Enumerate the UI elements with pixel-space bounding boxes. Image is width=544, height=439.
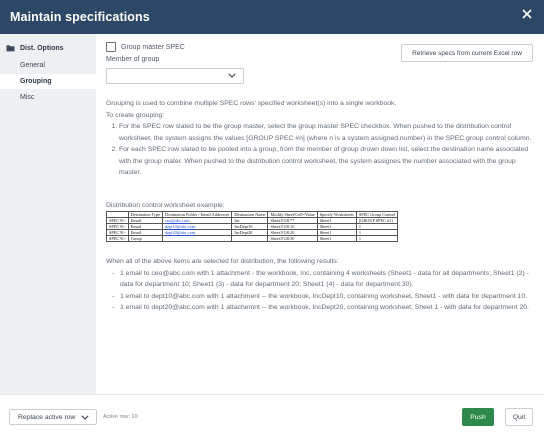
distribution-results: When all of the above items are selected… [106, 256, 536, 314]
sidebar: Dist. Options General Grouping Misc [0, 34, 96, 394]
table-cell: Group [127, 235, 164, 242]
table-cell: Sheet1!G8:30 [267, 235, 318, 242]
distribution-control-example-table: Destination Type Destination Folder / Em… [106, 211, 399, 242]
member-of-group-label: Member of group [106, 56, 160, 63]
table-cell: Sheet1 [316, 235, 357, 242]
title-bar: Maintain specifications [0, 0, 544, 34]
sidebar-item-general[interactable]: General [20, 62, 45, 69]
group-master-row: Group master SPEC [106, 42, 185, 52]
quit-button[interactable]: Quit [505, 408, 533, 426]
grouping-intro: Grouping is used to combine multiple SPE… [106, 100, 397, 107]
table-header: Specify Worksheets [316, 211, 357, 218]
grouping-step: For each SPEC row slated to be pooled in… [119, 144, 536, 179]
grouping-description: Grouping is used to combine multiple SPE… [106, 98, 536, 179]
table-header: Destination Folder / Email Addresses [162, 211, 233, 218]
grouping-panel: Group master SPEC Retrieve specs from cu… [96, 34, 544, 394]
results-list: 1 email to ceo@abc.com with 1 attachment… [106, 268, 536, 314]
replace-mode-value: Replace active row [18, 413, 76, 421]
sidebar-item-misc[interactable]: Misc [20, 94, 34, 101]
grouping-steps: For the SPEC row slated to be the group … [106, 121, 536, 179]
retrieve-specs-button[interactable]: Retrieve specs from current Excel row [401, 44, 533, 62]
example-label: Distribution control worksheet example: [106, 202, 225, 209]
list-item: 1 email to ceo@abc.com with 1 attachment… [112, 268, 536, 291]
chevron-down-icon [228, 73, 236, 78]
sidebar-item-grouping[interactable]: Grouping [0, 74, 96, 89]
maintain-specifications-dialog: Maintain specifications Dist. Options Ge… [0, 0, 544, 439]
table-row: SPEC?0> Group Sheet1!G8:30 Sheet1 1 [106, 235, 399, 242]
sidebar-section-label: Dist. Options [20, 44, 64, 52]
table-header: Destination Type [127, 211, 164, 218]
grouping-step: For the SPEC row slated to be the group … [119, 121, 536, 144]
group-master-checkbox[interactable] [106, 42, 116, 52]
table-cell [231, 235, 269, 242]
table-cell: [GROUP SPEC #1] [355, 217, 399, 224]
table-cell: SPEC?0> [106, 235, 129, 242]
chevron-down-icon [81, 415, 89, 420]
table-cell: 1 [355, 235, 399, 242]
list-item: 1 email to dept10@abc.com with 1 attachm… [112, 291, 536, 303]
list-item: 1 email to dept20@abc.com with 1 attache… [112, 302, 536, 314]
table-header: SPEC Group Control [355, 211, 399, 218]
table-header: Modify Sheet!Cell=Value [267, 211, 318, 218]
folder-icon [6, 45, 15, 52]
dialog-footer: Replace active row Active row: 10 Push Q… [0, 394, 544, 439]
sidebar-item-label: Grouping [20, 78, 52, 85]
table-header: Destination Name [231, 211, 269, 218]
table-cell [162, 235, 233, 242]
active-row-indicator: Active row: 10 [103, 414, 138, 420]
replace-mode-select[interactable]: Replace active row [9, 409, 97, 425]
dialog-title: Maintain specifications [10, 10, 150, 24]
results-intro: When all of the above items are selected… [106, 258, 339, 265]
create-grouping-label: To create grouping: [106, 111, 165, 119]
close-icon[interactable] [520, 7, 534, 21]
group-master-label: Group master SPEC [121, 43, 185, 51]
table-cell: SPEC?0> [106, 217, 129, 224]
sidebar-section-dist-options[interactable]: Dist. Options [6, 44, 64, 52]
table-cell: SPEC?0> [106, 223, 129, 230]
table-cell: SPEC?0> [106, 229, 129, 236]
push-button[interactable]: Push [462, 408, 494, 426]
member-of-group-select[interactable] [106, 68, 244, 84]
